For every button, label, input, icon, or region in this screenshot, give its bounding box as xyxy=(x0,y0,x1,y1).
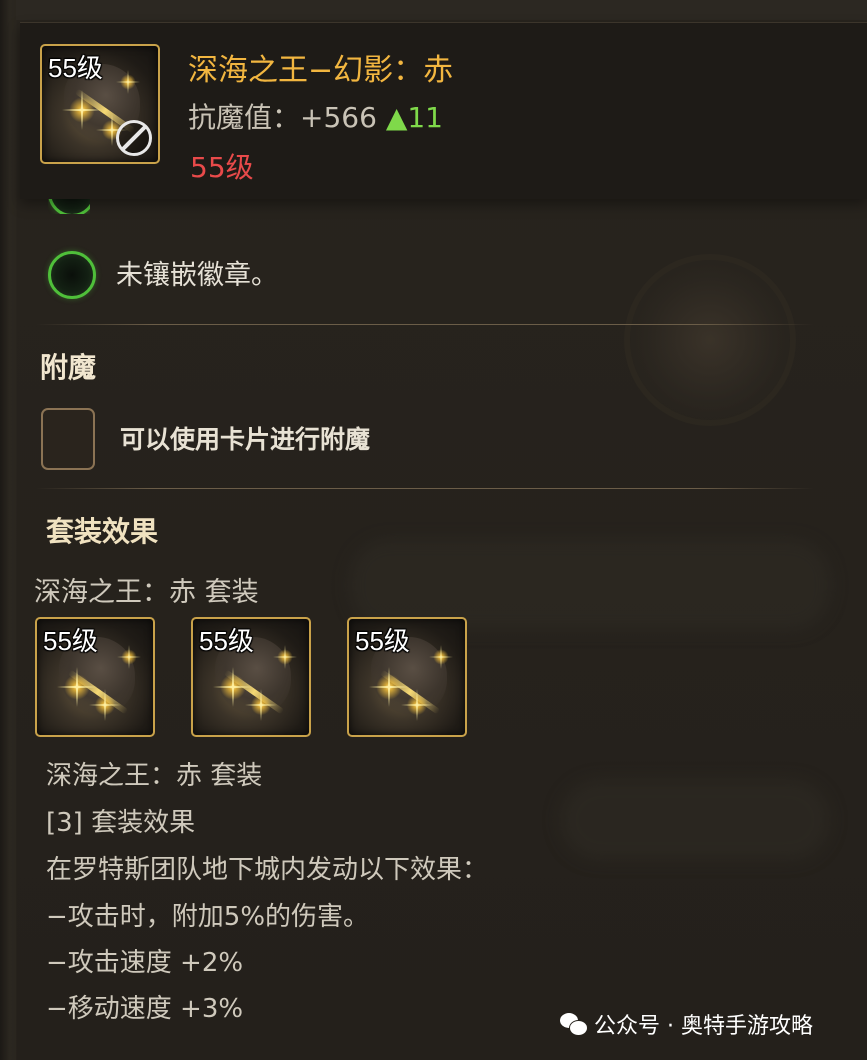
enchant-hint: 可以使用卡片进行附魔 xyxy=(120,425,371,454)
section-divider xyxy=(36,488,814,489)
sparkle-icon xyxy=(117,645,141,669)
socket-status: 未镶嵌徽章。 xyxy=(116,260,278,291)
set-name: 深海之王：赤 套装 xyxy=(46,761,263,791)
background-emblem xyxy=(630,260,790,420)
item-header: 55级 深海之王−幻影：赤 抗魔值：+566 ▲11 55级 xyxy=(20,22,867,199)
set-piece-level: 55级 xyxy=(199,626,254,656)
wechat-icon xyxy=(560,1013,588,1036)
sparkle-icon xyxy=(429,645,453,669)
required-level: 55级 xyxy=(190,151,254,184)
item-icon[interactable]: 55级 xyxy=(40,44,160,164)
sparkle-icon xyxy=(245,689,277,721)
set-piece-level: 55级 xyxy=(355,626,410,656)
section-divider xyxy=(36,324,814,325)
set-bonus-header: [3] 套装效果 xyxy=(46,808,196,838)
set-piece-icon[interactable]: 55级 xyxy=(35,617,155,737)
set-bonus-effect: −移动速度 +3% xyxy=(46,994,244,1024)
stat-value: +566 xyxy=(300,101,377,134)
sparkle-icon xyxy=(273,645,297,669)
enchant-title: 附魔 xyxy=(40,351,97,384)
set-piece-icon[interactable]: 55级 xyxy=(347,617,467,737)
set-effect-title: 套装效果 xyxy=(46,515,159,548)
item-level-badge: 55级 xyxy=(48,53,103,83)
tooltip-top-edge xyxy=(16,0,867,20)
set-piece-level: 55级 xyxy=(43,626,98,656)
set-bonus-condition: 在罗特斯团队地下城内发动以下效果： xyxy=(46,855,489,885)
stat-increase: ▲11 xyxy=(385,101,443,134)
stat-row: 抗魔值：+566 ▲11 xyxy=(188,96,443,136)
set-name: 深海之王：赤 套装 xyxy=(34,577,259,608)
no-trade-icon xyxy=(116,120,152,156)
sparkle-icon xyxy=(116,70,140,94)
set-bonus-effect: −攻击速度 +2% xyxy=(46,948,244,978)
sparkle-icon xyxy=(89,689,121,721)
set-piece-icon[interactable]: 55级 xyxy=(191,617,311,737)
badge-socket-icon[interactable] xyxy=(48,251,96,299)
background-shape xyxy=(560,780,830,860)
set-bonus-effect: −攻击时，附加5%的伤害。 xyxy=(46,902,370,932)
stat-label: 抗魔值： xyxy=(188,101,301,134)
item-name: 深海之王−幻影：赤 xyxy=(188,53,454,88)
enchant-card-slot[interactable] xyxy=(41,408,95,470)
watermark-text: 公众号 · 奥特手游攻略 xyxy=(594,1014,813,1039)
tooltip-left-border xyxy=(0,0,17,1060)
sparkle-icon xyxy=(401,689,433,721)
watermark: 公众号 · 奥特手游攻略 xyxy=(560,1008,813,1040)
